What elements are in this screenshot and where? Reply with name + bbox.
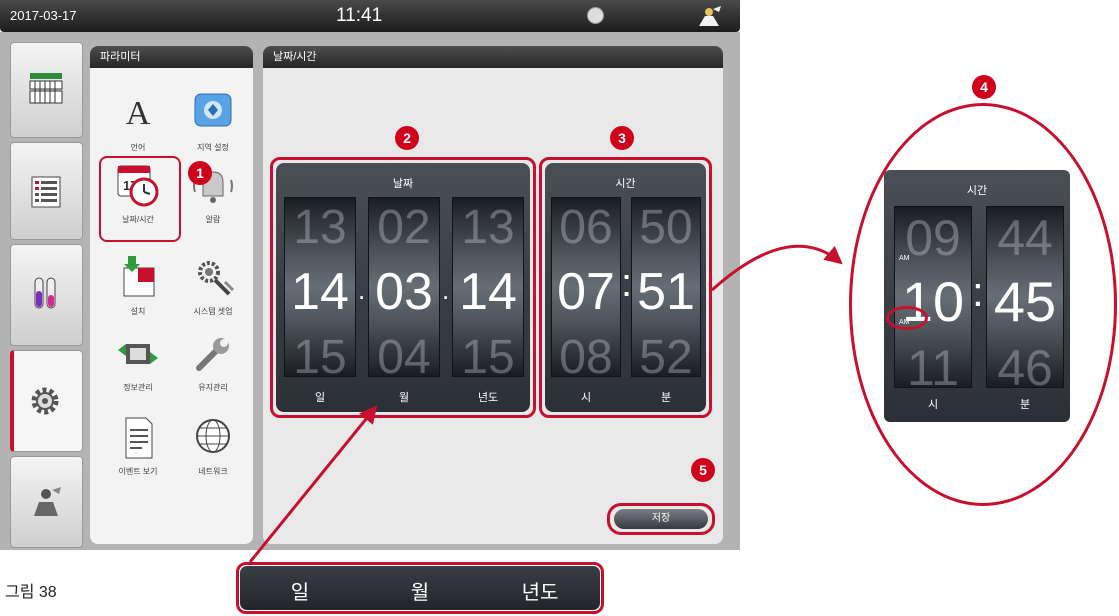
bottom-labels-bar: 일 월 년도 — [240, 566, 600, 610]
bottom-label-year: 년도 — [521, 582, 559, 604]
bottom-label-month: 월 — [410, 582, 430, 604]
annotation-arrows — [248, 244, 843, 563]
labels-arrow — [248, 405, 378, 563]
figure-caption: 그림 38 — [5, 584, 57, 601]
zoom-arrow — [710, 244, 843, 292]
bottom-label-day: 일 — [290, 582, 310, 604]
